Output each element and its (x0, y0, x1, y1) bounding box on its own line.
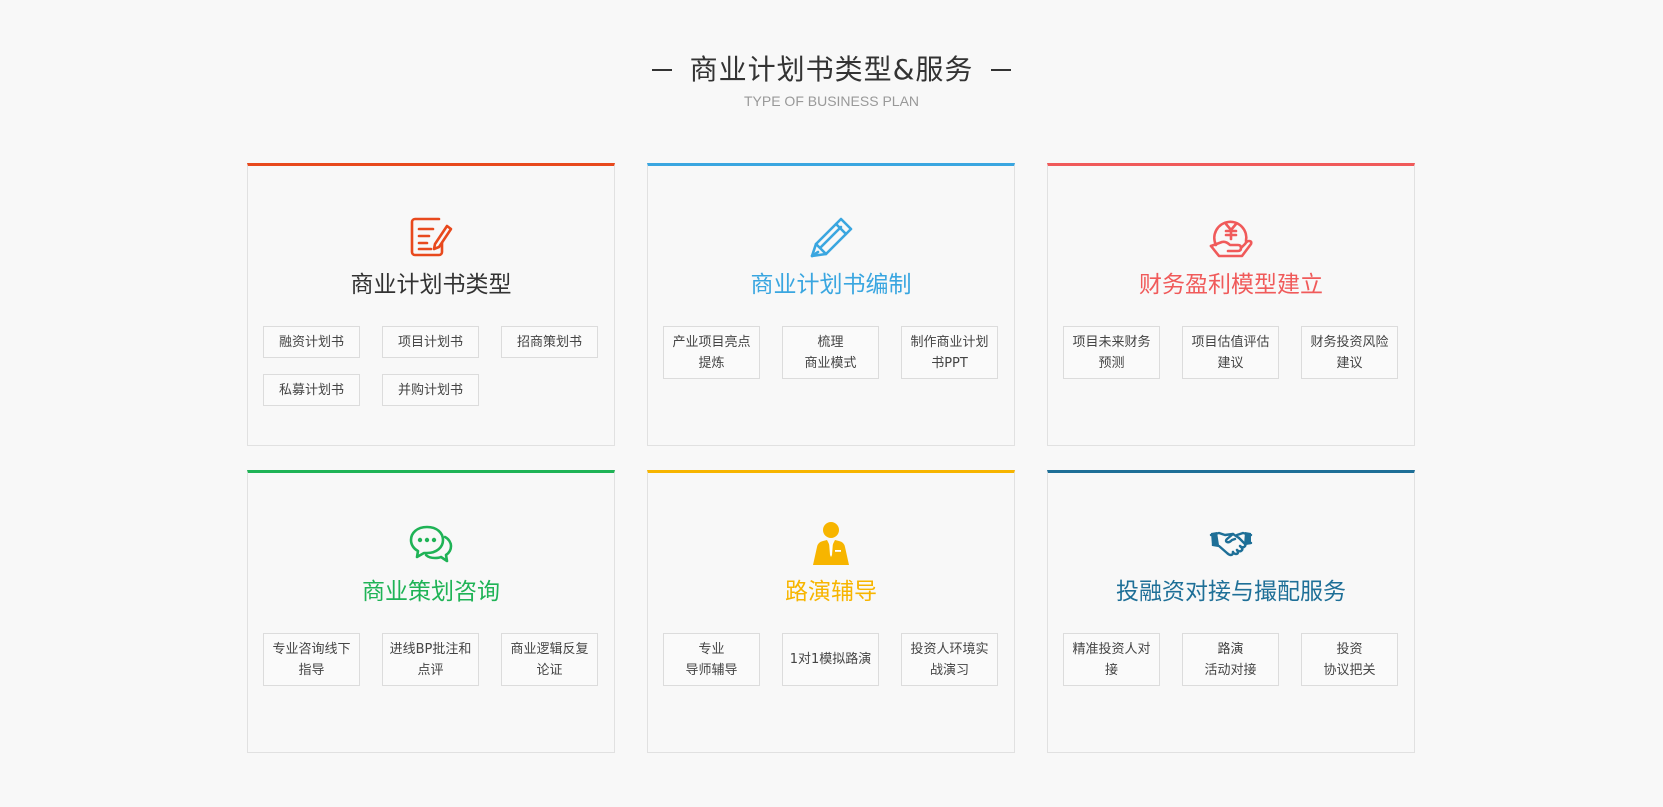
card-title: 投融资对接与撮配服务 (1116, 579, 1346, 605)
tag-agreement-review[interactable]: 投资 协议把关 (1301, 633, 1398, 686)
tag-private-placement-plan[interactable]: 私募计划书 (263, 374, 360, 406)
card-title: 商业计划书编制 (750, 272, 912, 298)
document-edit-icon (248, 216, 614, 258)
tag-mock-roadshow[interactable]: 1对1模拟路演 (782, 633, 879, 686)
title-dash-left (651, 69, 672, 71)
tag-investment-promotion-plan[interactable]: 招商策划书 (501, 326, 598, 358)
service-card-roadshow-coaching[interactable]: 路演辅导 专业 导师辅导 1对1模拟路演 投资人环境实战演习 (647, 470, 1015, 753)
service-card-bp-compilation[interactable]: 商业计划书编制 产业项目亮点提炼 梳理 商业模式 制作商业计划书PPT (647, 163, 1015, 446)
tag-financing-plan[interactable]: 融资计划书 (263, 326, 360, 358)
tag-project-plan[interactable]: 项目计划书 (382, 326, 479, 358)
tag-investor-matching[interactable]: 精准投资人对接 (1063, 633, 1160, 686)
tag-bp-review[interactable]: 进线BP批注和点评 (382, 633, 479, 686)
section-title: 商业计划书类型&服务 (689, 53, 974, 86)
section-subtitle: TYPE OF BUSINESS PLAN (743, 93, 920, 109)
tag-offline-guidance[interactable]: 专业咨询线下指导 (263, 633, 360, 686)
tag-merger-plan[interactable]: 并购计划书 (382, 374, 479, 406)
chat-bubble-icon (248, 523, 614, 565)
service-card-consulting[interactable]: 商业策划咨询 专业咨询线下指导 进线BP批注和点评 商业逻辑反复论证 (247, 470, 615, 753)
card-title: 商业策划咨询 (362, 579, 500, 605)
tag-financial-forecast[interactable]: 项目未来财务预测 (1063, 326, 1160, 379)
service-card-bp-types[interactable]: 商业计划书类型 融资计划书 项目计划书 招商策划书 私募计划书 并购计划书 (247, 163, 615, 446)
pencil-icon (648, 216, 1014, 258)
tag-logic-verification[interactable]: 商业逻辑反复论证 (501, 633, 598, 686)
service-card-investment-matching[interactable]: 投融资对接与撮配服务 精准投资人对接 路演 活动对接 投资 协议把关 (1047, 470, 1415, 753)
tag-risk-advice[interactable]: 财务投资风险建议 (1301, 326, 1398, 379)
tag-valuation[interactable]: 项目估值评估建议 (1182, 326, 1279, 379)
card-title: 路演辅导 (785, 579, 877, 605)
yuen-coin-hand-icon (1048, 216, 1414, 258)
service-card-financial-model[interactable]: 财务盈利模型建立 项目未来财务预测 项目估值评估建议 财务投资风险建议 (1047, 163, 1415, 446)
presenter-icon (648, 522, 1014, 565)
card-title: 财务盈利模型建立 (1139, 272, 1323, 298)
tag-roadshow-activity[interactable]: 路演 活动对接 (1182, 633, 1279, 686)
section-header: 商业计划书类型&服务 (0, 48, 1663, 92)
card-title: 商业计划书类型 (350, 272, 512, 298)
title-dash-right (991, 69, 1012, 71)
handshake-icon (1048, 523, 1414, 565)
tag-bp-ppt[interactable]: 制作商业计划书PPT (901, 326, 998, 379)
tag-mentor-coaching[interactable]: 专业 导师辅导 (663, 633, 760, 686)
tag-business-model[interactable]: 梳理 商业模式 (782, 326, 879, 379)
tag-investor-practice[interactable]: 投资人环境实战演习 (901, 633, 998, 686)
page: 商业计划书类型&服务 TYPE OF BUSINESS PLAN 商业计划书类型… (0, 0, 1663, 807)
tag-project-highlights[interactable]: 产业项目亮点提炼 (663, 326, 760, 379)
